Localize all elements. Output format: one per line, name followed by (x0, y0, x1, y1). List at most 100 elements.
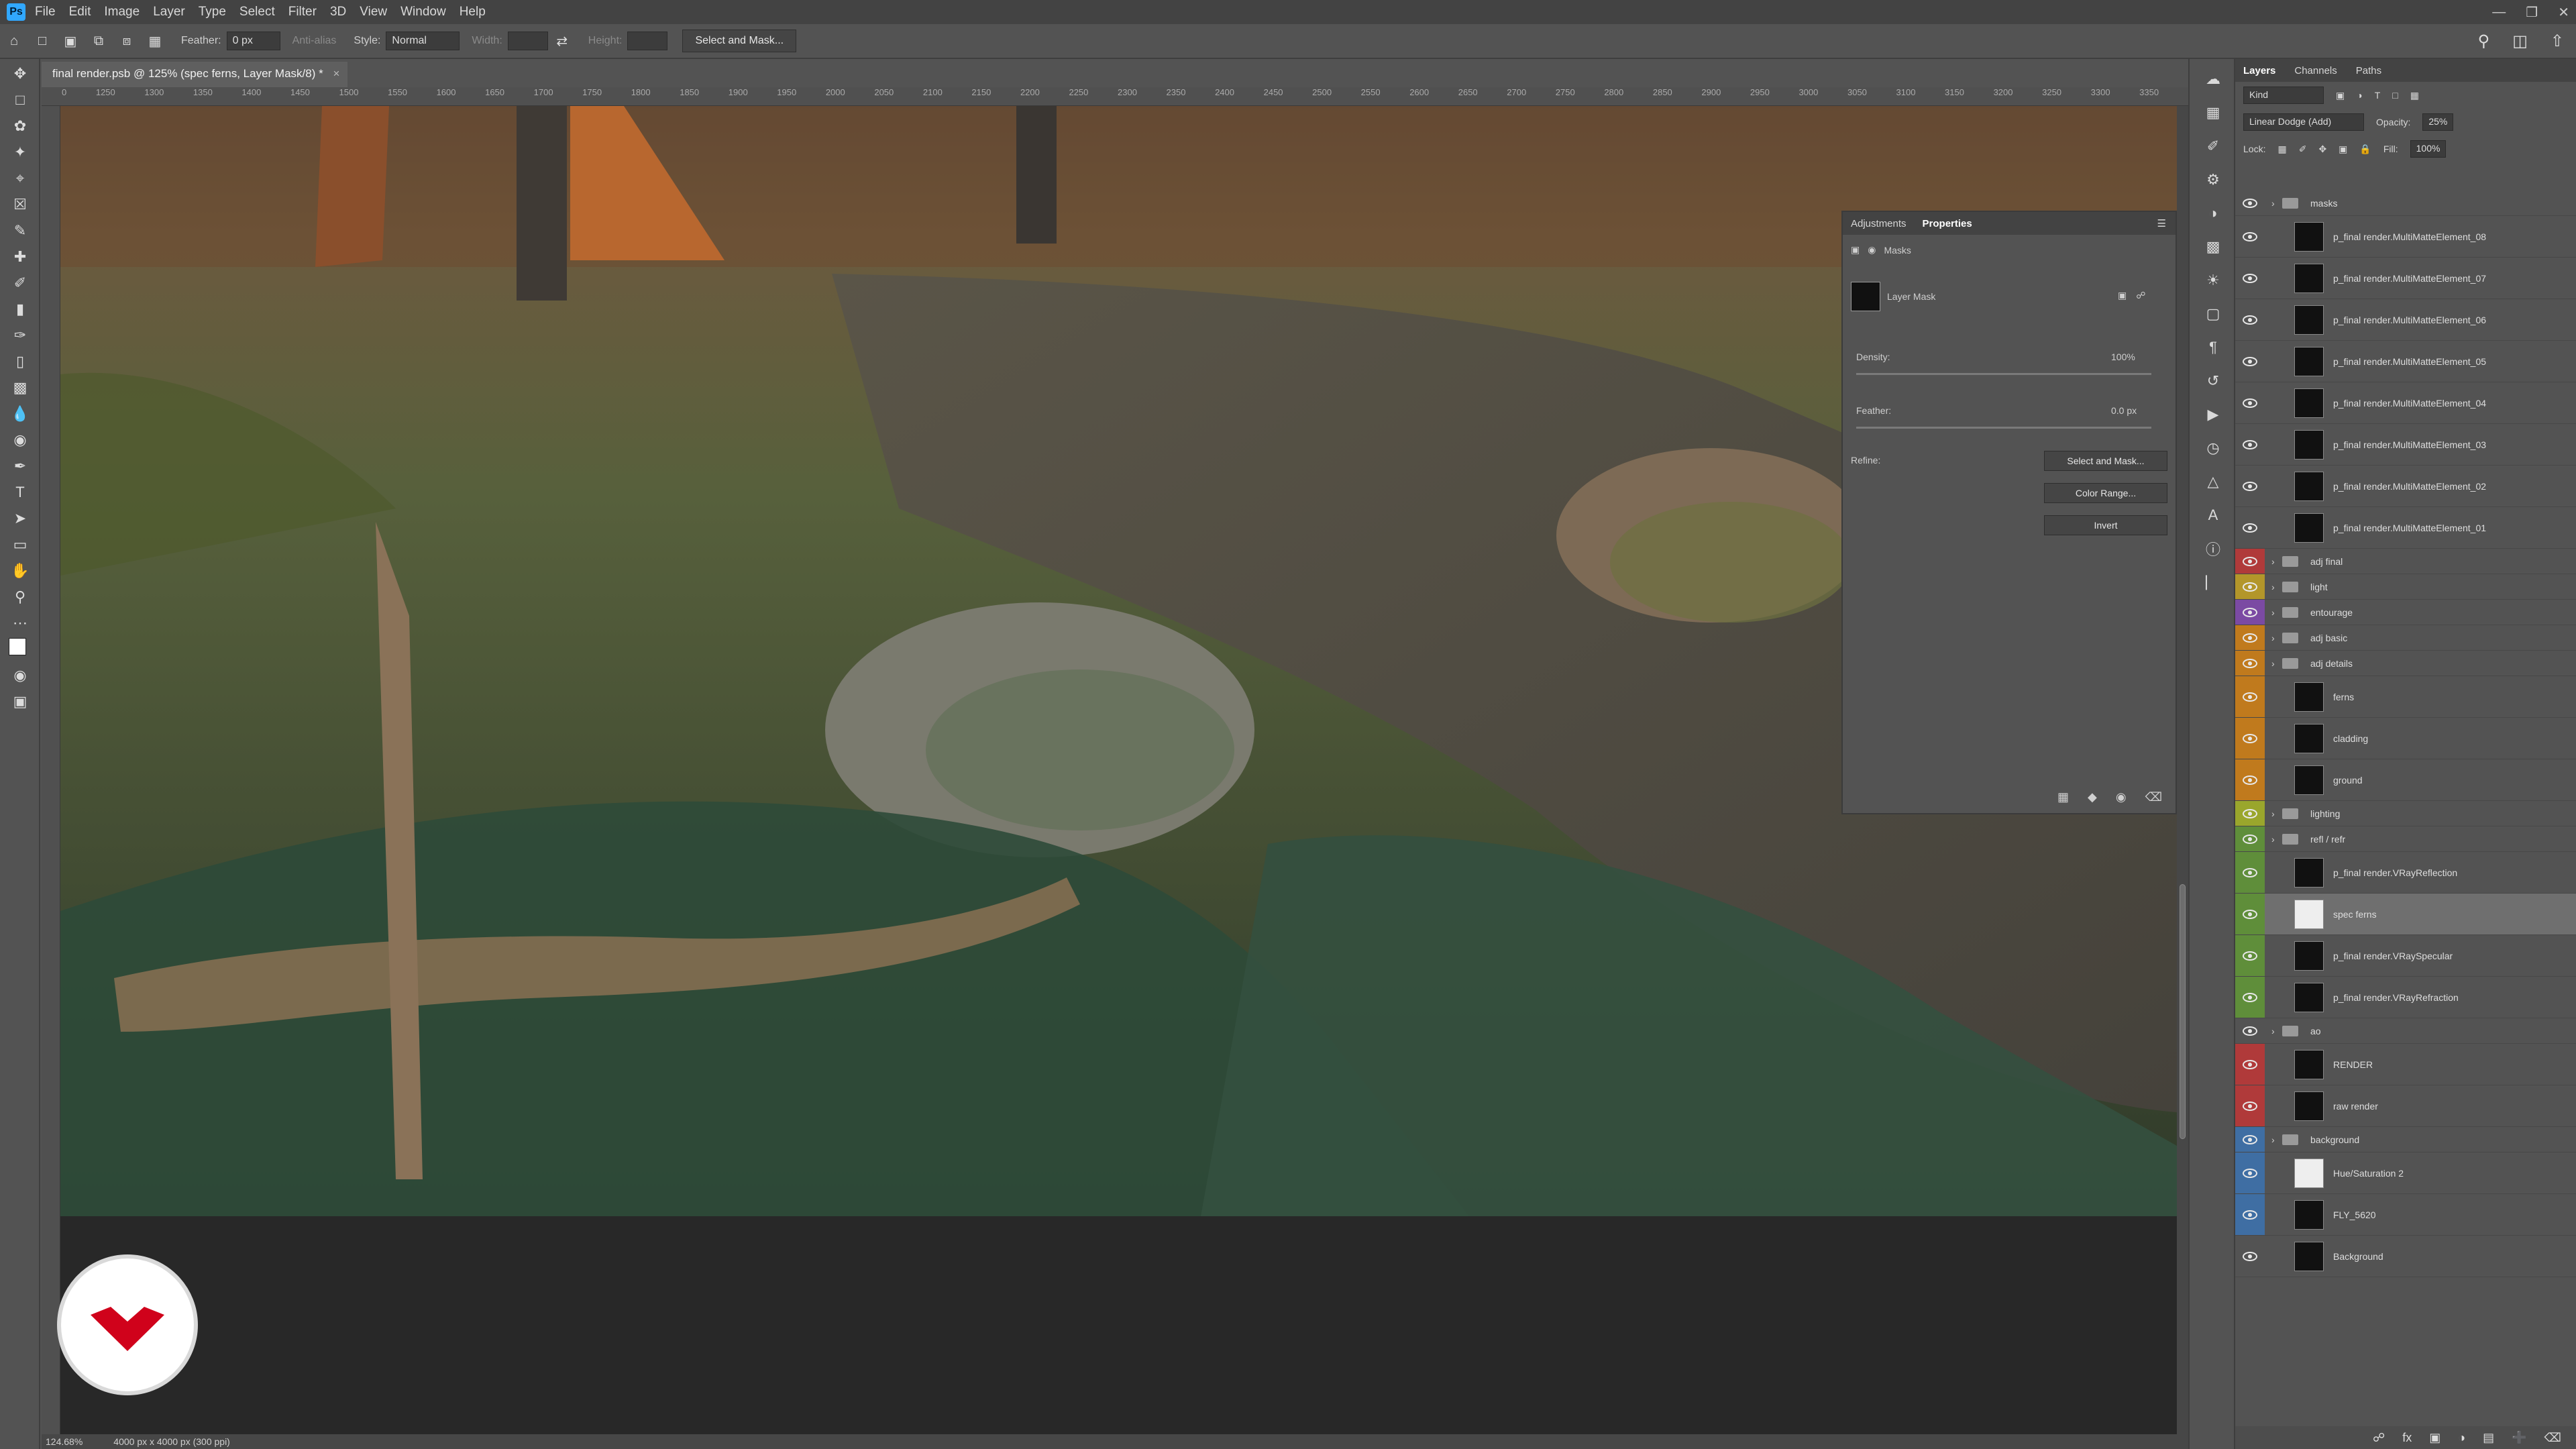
antialias-label[interactable]: Anti-alias (292, 35, 337, 47)
layer-name[interactable]: p_final render.MultiMatteElement_07 (2333, 273, 2486, 284)
visibility-toggle[interactable] (2235, 382, 2265, 423)
healing-brush-icon[interactable]: ✚ (7, 246, 34, 268)
lock-all-icon[interactable]: 🔒 (2359, 144, 2371, 155)
visibility-toggle[interactable] (2235, 1236, 2265, 1277)
menu-3d[interactable]: 3D (330, 5, 346, 19)
tab-channels[interactable]: Channels (2294, 65, 2337, 76)
layer-row[interactable]: p_final render.VRayRefraction (2235, 977, 2576, 1018)
feather-value[interactable]: 0.0 px (2111, 405, 2137, 416)
menu-type[interactable]: Type (199, 5, 226, 19)
pixel-mask-icon[interactable]: ▣ (1851, 244, 1860, 256)
layer-thumbnail[interactable] (2294, 1199, 2324, 1230)
menu-help[interactable]: Help (460, 5, 486, 19)
chevron-right-icon[interactable]: › (2271, 607, 2282, 618)
visibility-toggle[interactable] (2235, 852, 2265, 893)
vector-mask-icon[interactable]: ◉ (1868, 244, 1876, 256)
density-slider[interactable] (1856, 373, 2151, 375)
visibility-toggle[interactable] (2235, 718, 2265, 759)
layer-row[interactable]: ferns (2235, 676, 2576, 718)
layer-name[interactable]: p_final render.MultiMatteElement_03 (2333, 439, 2486, 450)
select-and-mask-button[interactable]: Select and Mask... (2044, 451, 2167, 471)
blur-tool-icon[interactable]: 💧 (7, 402, 34, 425)
document-tab[interactable]: final render.psb @ 125% (spec ferns, Lay… (42, 62, 347, 87)
visibility-toggle[interactable] (2235, 216, 2265, 257)
layer-thumbnail[interactable] (2294, 1091, 2324, 1121)
density-value[interactable]: 100% (2111, 352, 2135, 362)
eyedropper-icon[interactable]: ✎ (7, 219, 34, 242)
invert-button[interactable]: Invert (2044, 515, 2167, 535)
chevron-right-icon[interactable]: › (2271, 834, 2282, 845)
layer-row[interactable]: p_final render.MultiMatteElement_04 (2235, 382, 2576, 424)
load-selection-icon[interactable]: ▦ (2057, 790, 2069, 804)
timeline-icon[interactable]: ◷ (2200, 435, 2226, 462)
layer-group-row[interactable]: › refl / refr (2235, 826, 2576, 852)
scroll-thumb[interactable] (2180, 884, 2186, 1139)
layer-name[interactable]: ao (2310, 1026, 2321, 1036)
delete-icon[interactable]: ⌫ (2145, 790, 2162, 804)
3d-icon[interactable]: △ (2200, 468, 2226, 495)
layer-row[interactable]: ground (2235, 759, 2576, 801)
lasso-tool-icon[interactable]: ✿ (7, 115, 34, 138)
path-selection-icon[interactable]: ➤ (7, 507, 34, 530)
new-group-icon[interactable]: ▤ (2483, 1431, 2494, 1445)
layer-row[interactable]: p_final render.MultiMatteElement_02 (2235, 466, 2576, 507)
move-tool-icon[interactable]: ✥ (7, 62, 34, 85)
layer-name[interactable]: p_final render.VRayRefraction (2333, 992, 2459, 1003)
visibility-toggle[interactable] (2235, 1044, 2265, 1085)
layer-row[interactable]: FLY_5620 (2235, 1194, 2576, 1236)
layer-row[interactable]: p_final render.MultiMatteElement_03 (2235, 424, 2576, 466)
layer-name[interactable]: raw render (2333, 1101, 2378, 1112)
layer-thumbnail[interactable] (2294, 221, 2324, 252)
layer-group-row[interactable]: › adj basic (2235, 625, 2576, 651)
info-icon[interactable]: ⓘ (2200, 535, 2226, 562)
layer-thumbnail[interactable] (2294, 1158, 2324, 1188)
visibility-toggle[interactable] (2235, 507, 2265, 548)
layer-row[interactable]: p_final render.MultiMatteElement_01 (2235, 507, 2576, 549)
visibility-toggle[interactable] (2235, 935, 2265, 976)
crop-tool-icon[interactable]: ⌖ (7, 167, 34, 190)
adjust-icon[interactable]: ⚙ (2200, 166, 2226, 193)
layer-thumbnail[interactable] (2294, 982, 2324, 1012)
layer-thumbnail[interactable] (2294, 263, 2324, 293)
visibility-toggle[interactable] (2235, 299, 2265, 340)
tab-layers[interactable]: Layers (2243, 65, 2275, 76)
intersect-selection-icon[interactable]: ▦ (145, 31, 165, 51)
layer-name[interactable]: p_final render.MultiMatteElement_04 (2333, 398, 2486, 409)
visibility-toggle[interactable] (2235, 1152, 2265, 1193)
layer-name[interactable]: adj final (2310, 556, 2343, 567)
layer-group-row[interactable]: › background (2235, 1127, 2576, 1152)
actions-icon[interactable]: ▶ (2200, 401, 2226, 428)
rectangle-tool-icon[interactable]: ▭ (7, 533, 34, 556)
subtract-selection-icon[interactable]: ⧈ (117, 31, 137, 51)
tab-paths[interactable]: Paths (2356, 65, 2381, 76)
layer-row[interactable]: p_final render.MultiMatteElement_08 (2235, 216, 2576, 258)
layer-thumbnail[interactable] (2294, 899, 2324, 929)
chevron-right-icon[interactable]: › (2271, 1134, 2282, 1145)
layer-name[interactable]: RENDER (2333, 1059, 2373, 1070)
menu-layer[interactable]: Layer (153, 5, 185, 19)
history-brush-icon[interactable]: ✑ (7, 324, 34, 347)
style-select[interactable]: Normal (386, 32, 460, 50)
layer-thumbnail[interactable] (2294, 429, 2324, 460)
marquee-tool-icon[interactable]: □ (32, 31, 52, 51)
layer-name[interactable]: Hue/Saturation 2 (2333, 1168, 2404, 1179)
delete-layer-icon[interactable]: ⌫ (2544, 1431, 2561, 1445)
layer-name[interactable]: Background (2333, 1251, 2383, 1262)
visibility-toggle[interactable] (2235, 759, 2265, 800)
styles-icon[interactable]: ▢ (2200, 301, 2226, 327)
frame-tool-icon[interactable]: ☒ (7, 193, 34, 216)
history-icon[interactable]: ↺ (2200, 368, 2226, 394)
feather-input[interactable]: 0 px (226, 32, 280, 50)
eraser-icon[interactable]: ▯ (7, 350, 34, 373)
measure-icon[interactable]: ⎸ (2200, 569, 2226, 596)
more-tools-icon[interactable]: ⋯ (7, 612, 34, 635)
layer-name[interactable]: lighting (2310, 808, 2340, 819)
visibility-toggle[interactable] (2235, 191, 2265, 215)
layer-group-row[interactable]: › adj details (2235, 651, 2576, 676)
home-icon[interactable]: ⌂ (4, 31, 24, 51)
layer-row[interactable]: spec ferns (2235, 894, 2576, 935)
chevron-right-icon[interactable]: › (2271, 808, 2282, 819)
layer-name[interactable]: p_final render.MultiMatteElement_06 (2333, 315, 2486, 325)
layer-group-row[interactable]: › adj final (2235, 549, 2576, 574)
opacity-input[interactable]: 25% (2422, 113, 2454, 131)
